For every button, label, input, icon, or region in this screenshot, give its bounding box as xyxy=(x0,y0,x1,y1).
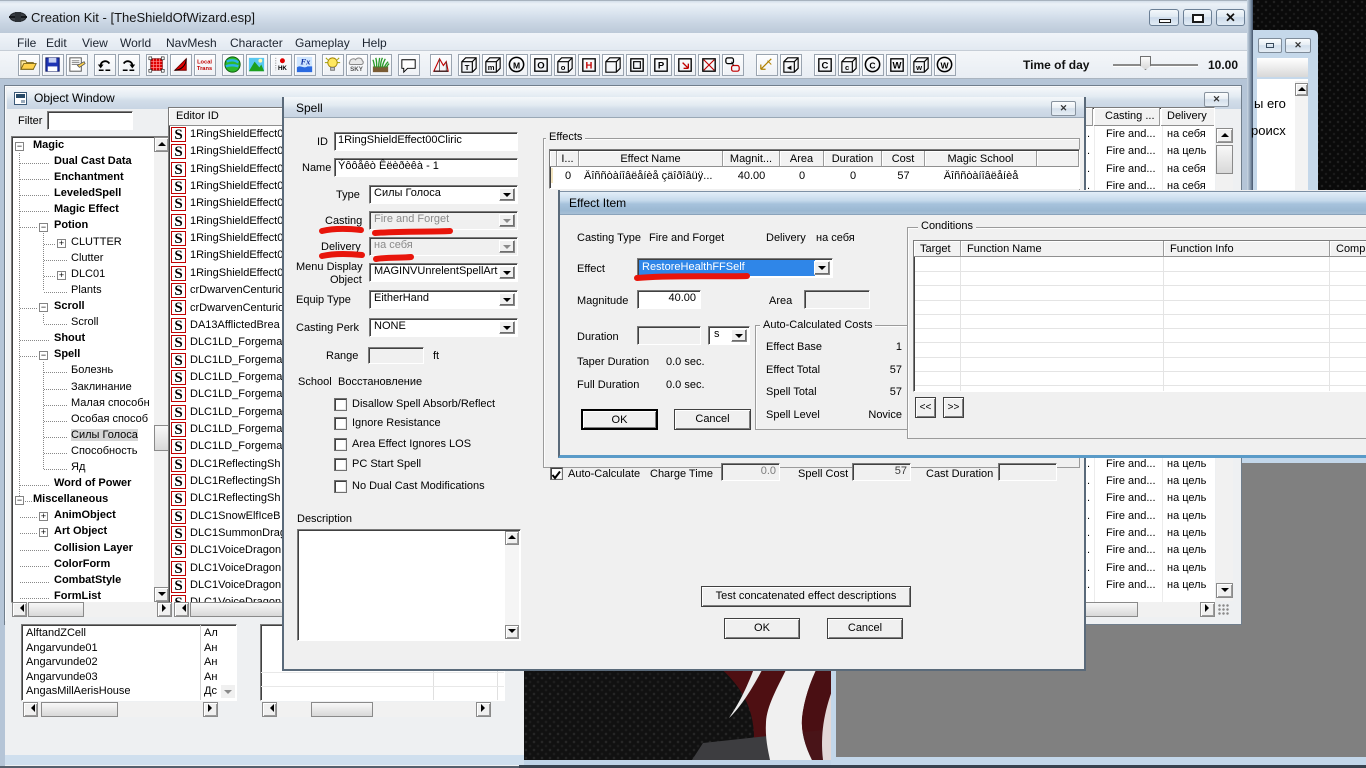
svg-text:W: W xyxy=(940,60,949,70)
svg-text:SKY: SKY xyxy=(350,66,364,73)
svg-text:HK: HK xyxy=(278,65,287,72)
svg-text:W: W xyxy=(893,60,902,71)
svg-text:Trans: Trans xyxy=(197,66,212,72)
svg-text:C: C xyxy=(869,60,875,70)
svg-text:H: H xyxy=(586,60,593,71)
svg-text:Local: Local xyxy=(197,60,212,66)
svg-text:Fx: Fx xyxy=(299,57,311,67)
svg-text:M: M xyxy=(513,60,520,70)
svg-text:c: c xyxy=(845,63,850,72)
svg-text:O: O xyxy=(537,60,544,71)
svg-text:P: P xyxy=(658,60,665,71)
svg-text:w: w xyxy=(915,63,922,72)
svg-text:m: m xyxy=(488,63,495,72)
svg-text:C: C xyxy=(822,60,829,71)
svg-text:o: o xyxy=(561,63,566,72)
svg-text:◄: ◄ xyxy=(785,63,793,72)
svg-text:T: T xyxy=(465,63,470,72)
